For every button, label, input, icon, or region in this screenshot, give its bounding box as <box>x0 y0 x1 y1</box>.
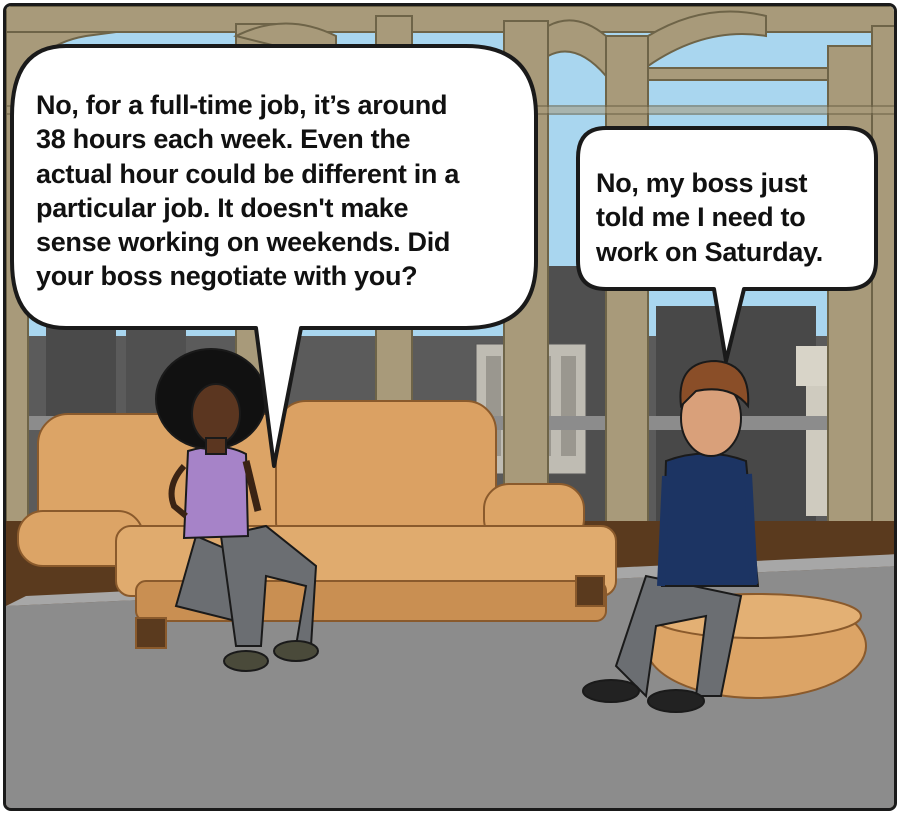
speech-line: No, my boss just <box>596 168 808 198</box>
speech-text-left: No, for a full-time job, it’s around 38 … <box>36 88 516 294</box>
speech-line: sense working on weekends. Did <box>36 227 451 258</box>
speech-line: told me I need to <box>596 202 806 233</box>
speech-line: your boss negotiate with you? <box>36 261 418 292</box>
comic-panel: No, for a full-time job, it’s around 38 … <box>3 3 897 811</box>
speech-line: actual hour could be different in a <box>36 158 460 189</box>
speech-line: work on Saturday. <box>596 236 823 267</box>
speech-line: 38 hours each week. Even the <box>36 124 411 155</box>
speech-line: particular job. It doesn't make <box>36 192 409 223</box>
speech-line: No, for a full-time job, it’s around <box>36 90 448 120</box>
speech-text-right: No, my boss just told me I need to work … <box>596 166 856 269</box>
